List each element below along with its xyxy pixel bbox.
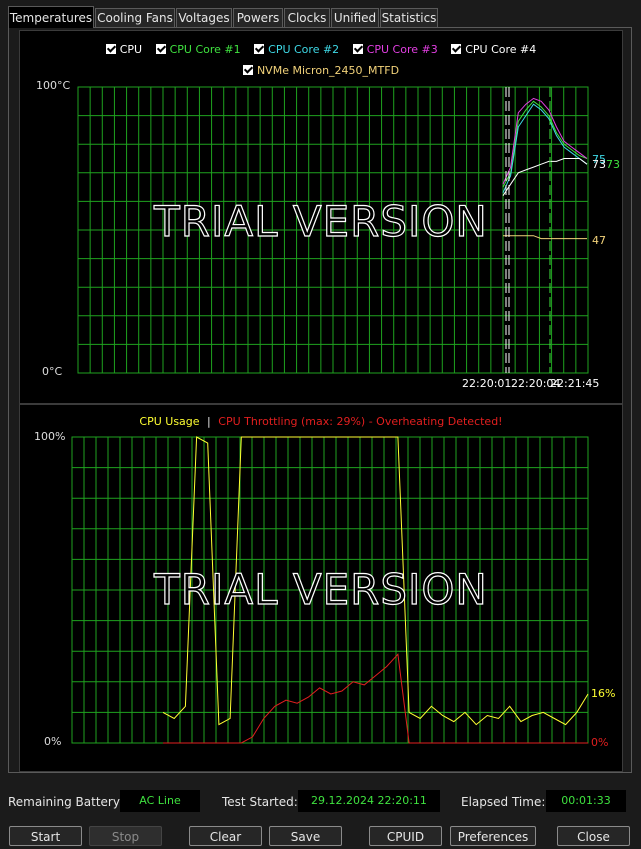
test-started-label: Test Started:: [222, 795, 298, 809]
time-label-end: 22:21:45: [550, 377, 599, 390]
remaining-battery-label: Remaining Battery:: [8, 795, 124, 809]
cpuid-button[interactable]: CPUID: [369, 826, 442, 846]
tab-voltages[interactable]: Voltages: [176, 8, 232, 27]
trial-watermark-top: TRIAL VERSION: [154, 196, 488, 246]
elapsed-time-value: 00:01:33: [546, 790, 626, 812]
elapsed-time-label: Elapsed Time:: [461, 795, 546, 809]
tab-clocks[interactable]: Clocks: [284, 8, 330, 27]
save-button[interactable]: Save: [269, 826, 342, 846]
tab-unified[interactable]: Unified: [331, 8, 379, 27]
stop-button[interactable]: Stop: [89, 826, 162, 846]
usage-series-throttling: [163, 653, 588, 744]
tab-temperatures[interactable]: Temperatures: [8, 6, 94, 28]
readout-cpu: 73: [592, 158, 606, 171]
close-button[interactable]: Close: [557, 826, 630, 846]
status-row: Remaining Battery: AC Line Test Started:…: [0, 790, 641, 814]
preferences-button[interactable]: Preferences: [450, 826, 536, 846]
start-button[interactable]: Start: [9, 826, 82, 846]
readout-usage: 16%: [591, 687, 615, 700]
time-label-start: 22:20:01: [462, 377, 511, 390]
remaining-battery-value: AC Line: [120, 790, 200, 812]
button-row: Start Stop Clear Save CPUID Preferences …: [0, 826, 641, 848]
test-started-value: 29.12.2024 22:20:11: [298, 790, 440, 812]
trial-watermark-bottom: TRIAL VERSION: [154, 564, 488, 614]
tab-statistics[interactable]: Statistics: [380, 8, 438, 27]
readout-core1: 73: [606, 158, 620, 171]
temperature-graph-panel: CPU CPU Core #1 CPU Core #2 CPU Core #3 …: [19, 30, 623, 404]
readout-throttling: 0%: [591, 736, 608, 749]
usage-graph-panel: CPU Usage | CPU Throttling (max: 29%) - …: [19, 404, 623, 772]
tab-content-frame: CPU CPU Core #1 CPU Core #2 CPU Core #3 …: [8, 27, 632, 773]
tab-cooling-fans[interactable]: Cooling Fans: [95, 8, 175, 27]
clear-button[interactable]: Clear: [189, 826, 262, 846]
tab-powers[interactable]: Powers: [233, 8, 283, 27]
